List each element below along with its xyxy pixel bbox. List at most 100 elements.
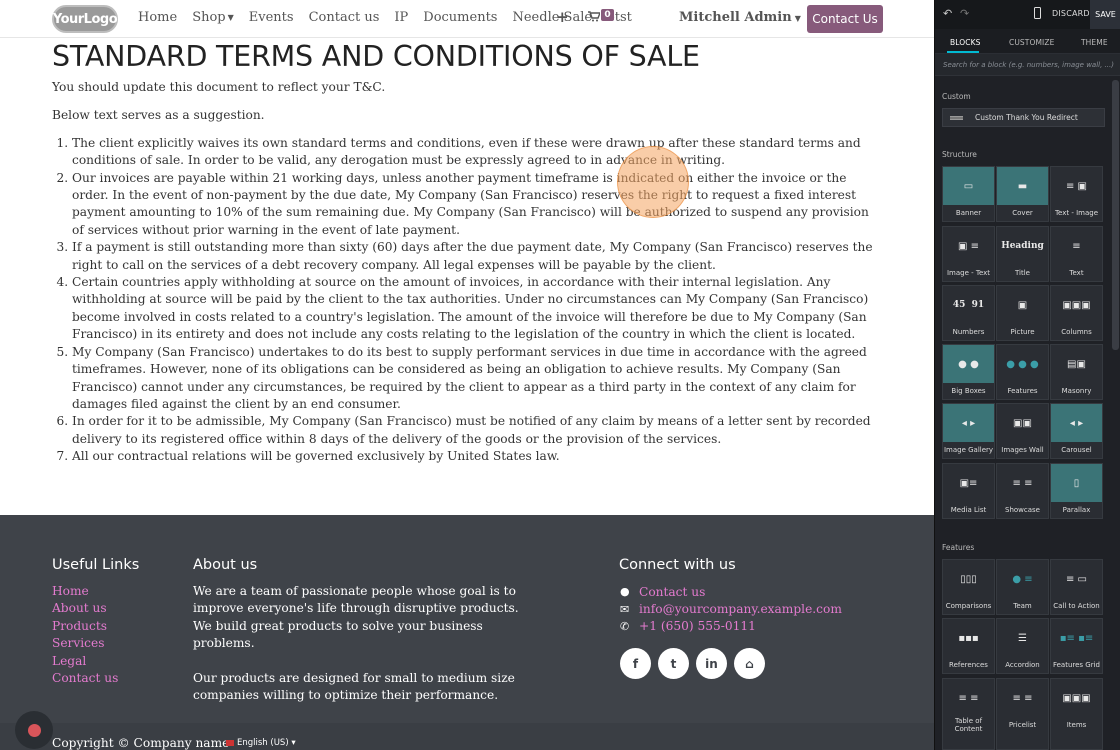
- masonry-thumbnail: ▤▣: [1051, 345, 1102, 383]
- footer-link-products[interactable]: Products: [52, 618, 118, 635]
- discard-button[interactable]: DISCARD: [1052, 9, 1090, 18]
- twitter-icon[interactable]: t: [658, 648, 689, 679]
- block-showcase[interactable]: ≡ ≡ Showcase: [996, 463, 1049, 519]
- undo-icon[interactable]: ↶: [943, 7, 952, 20]
- connect-contact-link[interactable]: ● Contact us: [620, 583, 842, 600]
- features-grid-thumbnail: ▪≡ ▪≡: [1051, 619, 1102, 657]
- block-parallax[interactable]: ▯ Parallax: [1050, 463, 1103, 519]
- site-logo[interactable]: YourLogo: [52, 5, 118, 33]
- block-big-boxes[interactable]: ● ● Big Boxes: [942, 344, 995, 400]
- block-text-image[interactable]: ≡ ▣ Text - Image: [1050, 166, 1103, 222]
- block-label: Banner: [955, 209, 982, 217]
- mobile-preview-icon[interactable]: [1034, 7, 1041, 19]
- block-title[interactable]: Heading Title: [996, 226, 1049, 282]
- block-label: Parallax: [1062, 506, 1091, 514]
- block-picture[interactable]: ▣ Picture: [996, 285, 1049, 341]
- block-cover[interactable]: ▬ Cover: [996, 166, 1049, 222]
- footer-link-contact-us[interactable]: Contact us: [52, 670, 118, 687]
- block-columns[interactable]: ▣▣▣ Columns: [1050, 285, 1103, 341]
- block-features-grid[interactable]: ▪≡ ▪≡ Features Grid: [1050, 618, 1103, 674]
- linkedin-icon[interactable]: in: [696, 648, 727, 679]
- footer-link-home[interactable]: Home: [52, 583, 118, 600]
- showcase-thumbnail: ≡ ≡: [997, 464, 1048, 502]
- copyright-text: Copyright © Company name: [52, 736, 230, 750]
- site-footer: Useful Links Home About us Products Serv…: [0, 515, 934, 750]
- banner-icon: ▭: [963, 180, 974, 192]
- block-table-of-content[interactable]: ≡ ≡ Table of Content: [942, 678, 995, 750]
- block-comparisons[interactable]: ▯▯▯ Comparisons: [942, 559, 995, 615]
- comment-icon: ●: [620, 585, 630, 599]
- pricelist-thumbnail: ≡ ≡: [997, 679, 1048, 717]
- block-pricelist[interactable]: ≡ ≡ Pricelist: [996, 678, 1049, 750]
- items-icon: ▣▣▣: [1062, 692, 1091, 704]
- chat-dot-icon: [27, 723, 41, 737]
- menu-item-contact-us[interactable]: Contact us: [309, 10, 380, 25]
- us-flag-icon: [226, 739, 234, 746]
- phone-icon: ✆: [620, 619, 630, 633]
- images-wall-thumbnail: ▣▣: [997, 404, 1048, 442]
- menu-item-shop[interactable]: Shop ▼: [192, 10, 234, 25]
- features-thumbnail: ● ● ●: [997, 345, 1048, 383]
- footer-link-legal[interactable]: Legal: [52, 653, 118, 670]
- menu-item-documents[interactable]: Documents: [423, 10, 497, 25]
- block-image-text[interactable]: ▣ ≡ Image - Text: [942, 226, 995, 282]
- terms-item: If a payment is still outstanding more t…: [72, 239, 882, 274]
- block-call-to-action[interactable]: ≡ ▭ Call to Action: [1050, 559, 1103, 615]
- save-button[interactable]: SAVE: [1090, 0, 1120, 29]
- numbers-thumbnail: 45 91: [943, 286, 994, 324]
- menu-item-home[interactable]: Home: [138, 10, 177, 25]
- facebook-icon[interactable]: f: [620, 648, 651, 679]
- contact-us-button[interactable]: Contact Us: [807, 5, 883, 33]
- panel-scrollbar[interactable]: [1112, 80, 1119, 350]
- block-media-list[interactable]: ▣≡ Media List: [942, 463, 995, 519]
- block-items[interactable]: ▣▣▣ Items: [1050, 678, 1103, 750]
- block-references[interactable]: ▪▪▪ References: [942, 618, 995, 674]
- menu-item-ip[interactable]: IP: [394, 10, 408, 25]
- footer-link-services[interactable]: Services: [52, 635, 118, 652]
- menu-item-events[interactable]: Events: [249, 10, 294, 25]
- add-menu-plus-icon[interactable]: +: [556, 8, 569, 26]
- redo-icon[interactable]: ↷: [960, 7, 969, 20]
- block-images-wall[interactable]: ▣▣ Images Wall: [996, 403, 1049, 459]
- tab-theme[interactable]: THEME: [1081, 38, 1108, 47]
- custom-block-item[interactable]: Custom Thank You Redirect: [942, 108, 1105, 127]
- tab-blocks[interactable]: BLOCKS: [950, 38, 980, 47]
- home-icon[interactable]: ⌂: [734, 648, 765, 679]
- language-selector[interactable]: English (US) ▾: [226, 738, 296, 748]
- block-numbers[interactable]: 45 91 Numbers: [942, 285, 995, 341]
- text-lines-icon: ≡: [1072, 240, 1081, 252]
- tab-customize[interactable]: CUSTOMIZE: [1009, 38, 1054, 47]
- block-label: Features Grid: [1052, 661, 1100, 669]
- block-team[interactable]: ● ≡ Team: [996, 559, 1049, 615]
- block-masonry[interactable]: ▤▣ Masonry: [1050, 344, 1103, 400]
- menu-item-needle-sale[interactable]: Needle Sale: [512, 10, 592, 25]
- terms-item: The client explicitly waives its own sta…: [72, 135, 882, 170]
- block-label: Text: [1069, 269, 1084, 277]
- block-image-gallery[interactable]: ◂ ▸ Image Gallery: [942, 403, 995, 459]
- block-text[interactable]: ≡ Text: [1050, 226, 1103, 282]
- comparisons-icon: ▯▯▯: [960, 573, 977, 585]
- shopping-cart-icon[interactable]: [588, 11, 602, 25]
- images-wall-icon: ▣▣: [1013, 417, 1032, 429]
- block-search-input[interactable]: Search for a block (e.g. numbers, image …: [935, 54, 1120, 76]
- cover-icon: ▬: [1017, 180, 1028, 192]
- block-carousel[interactable]: ◂ ▸ Carousel: [1050, 403, 1103, 459]
- chevron-down-icon: ▼: [794, 12, 801, 23]
- footer-link-about-us[interactable]: About us: [52, 600, 118, 617]
- envelope-icon: ✉: [620, 602, 630, 616]
- block-accordion[interactable]: ☰ Accordion: [996, 618, 1049, 674]
- chat-bubble-button[interactable]: [15, 711, 53, 749]
- connect-phone-link[interactable]: ✆ +1 (650) 555-0111: [620, 618, 842, 635]
- page-title: STANDARD TERMS AND CONDITIONS OF SALE: [52, 40, 700, 73]
- section-features-label: Features: [942, 543, 975, 552]
- block-banner[interactable]: ▭ Banner: [942, 166, 995, 222]
- image-text-thumbnail: ▣ ≡: [943, 227, 994, 265]
- connect-email-link[interactable]: ✉ info@yourcompany.example.com: [620, 600, 842, 617]
- image-text-icon: ▣ ≡: [957, 240, 979, 252]
- useful-links-title: Useful Links: [52, 557, 140, 573]
- section-structure-label: Structure: [942, 150, 977, 159]
- image-gallery-thumbnail: ◂ ▸: [943, 404, 994, 442]
- block-features[interactable]: ● ● ● Features: [996, 344, 1049, 400]
- user-menu[interactable]: Mitchell Admin ▼: [679, 10, 801, 25]
- editor-toolbar: ↶ ↷ DISCARD SAVE: [935, 0, 1120, 29]
